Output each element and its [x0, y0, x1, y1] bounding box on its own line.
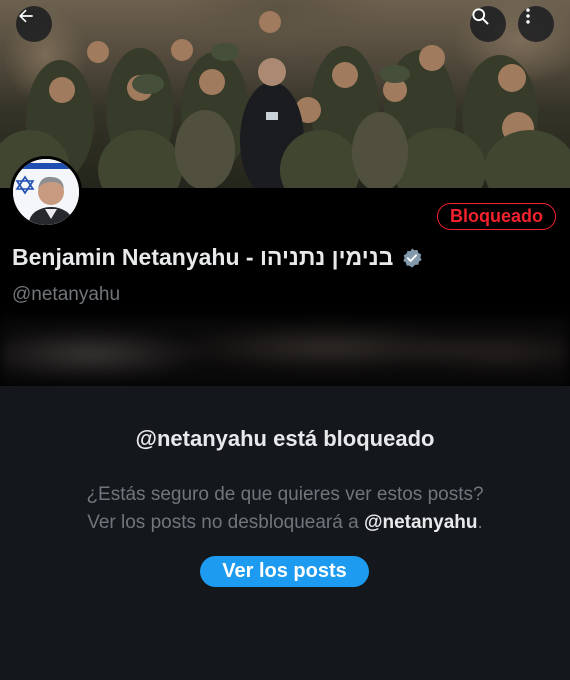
- view-posts-button[interactable]: Ver los posts: [200, 556, 369, 587]
- back-button[interactable]: [16, 6, 52, 42]
- notice-line-2: Ver los posts no desbloqueará a @netanya…: [0, 509, 570, 537]
- search-button[interactable]: [470, 6, 506, 42]
- display-name: Benjamin Netanyahu - בנימין נתניהו: [12, 244, 394, 270]
- blocked-label: Bloqueado: [450, 206, 543, 226]
- verified-badge-icon[interactable]: [401, 247, 423, 269]
- notice-line-2-prefix: Ver los posts no desbloqueará a: [87, 512, 364, 533]
- avatar[interactable]: [10, 156, 82, 228]
- notice-body: ¿Estás seguro de que quieres ver estos p…: [0, 481, 570, 537]
- blocked-badge[interactable]: Bloqueado: [437, 203, 556, 230]
- notice-line-1: ¿Estás seguro de que quieres ver estos p…: [86, 484, 484, 505]
- profile-handle: @netanyahu: [12, 284, 121, 305]
- notice-line-2-suffix: .: [477, 512, 483, 533]
- blurred-content: [0, 318, 570, 386]
- more-options-button[interactable]: [518, 6, 554, 42]
- profile-banner[interactable]: [0, 0, 570, 188]
- blocked-notice: @netanyahu está bloqueado ¿Estás seguro …: [0, 386, 570, 680]
- display-name-row: Benjamin Netanyahu - בנימין נתניהו: [12, 244, 423, 271]
- notice-line-2-handle: @netanyahu: [363, 512, 478, 533]
- notice-title: @netanyahu está bloqueado: [135, 426, 435, 451]
